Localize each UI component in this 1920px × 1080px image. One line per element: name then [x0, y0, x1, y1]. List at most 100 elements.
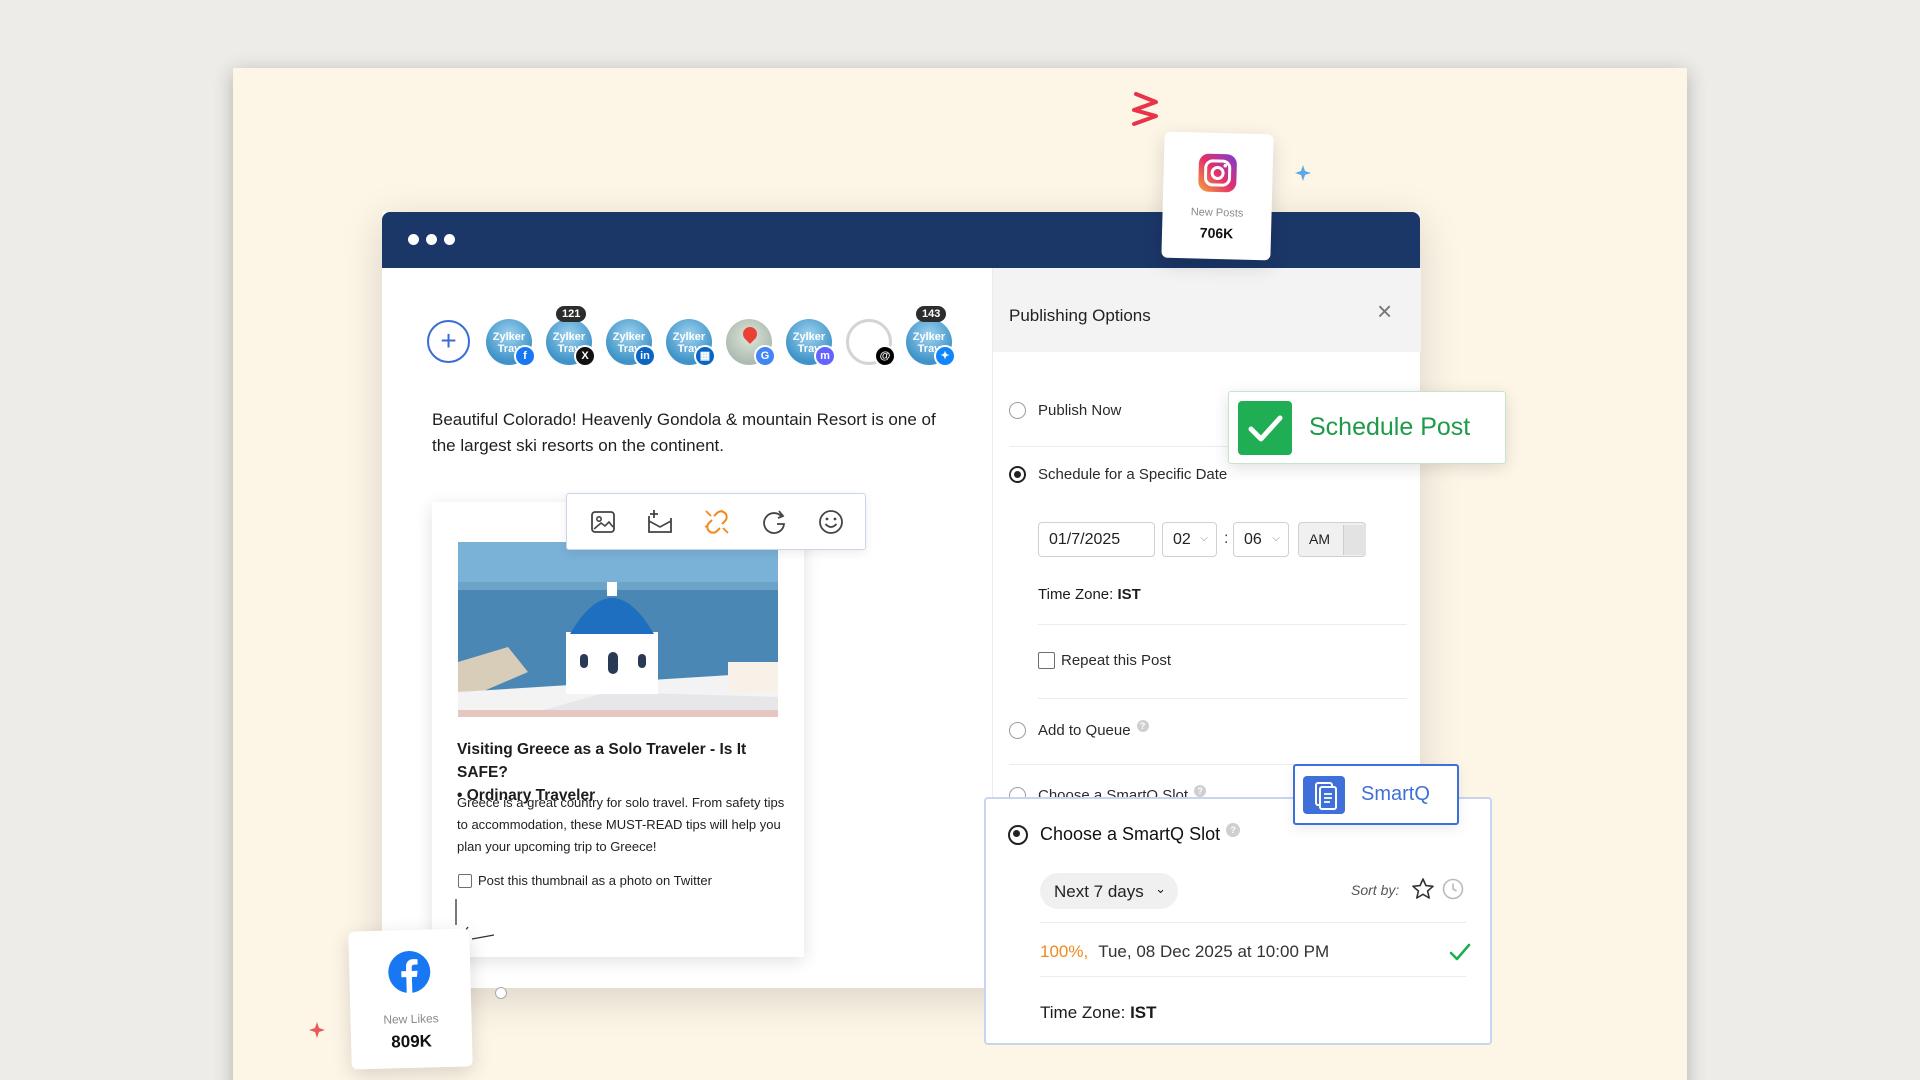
minute-value: 06	[1244, 531, 1262, 548]
divider	[1038, 624, 1407, 625]
linkedin-icon: in	[634, 345, 656, 367]
bluesky-icon: ✦	[934, 345, 956, 367]
schedule-post-label: Schedule Post	[1309, 413, 1471, 441]
schedule-post-badge: Schedule Post	[1228, 391, 1506, 464]
ampm-toggle[interactable]: AM	[1298, 522, 1366, 557]
facebook-icon: f	[514, 345, 536, 367]
schedule-specific-radio[interactable]	[1009, 466, 1026, 483]
date-field[interactable]: 01/7/2025	[1038, 522, 1155, 557]
smartq-slot-panel: Choose a SmartQ Slot ? Next 7 days ⌄ Sor…	[984, 797, 1492, 1045]
emoji-icon[interactable]	[817, 508, 845, 536]
minute-select[interactable]: 06 ⌵	[1233, 522, 1289, 557]
add-media-icon[interactable]	[646, 508, 674, 536]
hour-value: 02	[1173, 531, 1191, 548]
publish-now-option[interactable]: Publish Now	[1009, 402, 1121, 419]
slot-percent: 100%	[1040, 942, 1084, 961]
media-toolbar	[566, 493, 866, 550]
squiggle-decoration-icon	[1132, 92, 1158, 126]
hour-select[interactable]: 02 ⌵	[1162, 522, 1217, 557]
window-dot-icon	[408, 234, 419, 245]
notification-count-badge: 121	[556, 306, 587, 322]
am-option[interactable]: AM	[1309, 531, 1330, 547]
panel-header: Publishing Options ×	[993, 268, 1421, 352]
sparkle-red-icon	[309, 1022, 325, 1038]
mastodon-icon: m	[814, 345, 836, 367]
help-icon[interactable]: ?	[1136, 719, 1149, 732]
add-to-queue-radio[interactable]	[1009, 722, 1026, 739]
linkedin-page-icon: ▦	[694, 345, 716, 367]
repeat-post-label: Repeat this Post	[1061, 652, 1172, 669]
clock-sort-icon[interactable]	[1441, 877, 1465, 901]
smartq-heading: Choose a SmartQ Slot	[1040, 824, 1221, 844]
preview-description: Greece is a great country for solo trave…	[457, 795, 785, 854]
facebook-icon	[388, 951, 431, 994]
repeat-post-option[interactable]: Repeat this Post	[1038, 652, 1171, 669]
slot-separator: ,	[1083, 942, 1089, 961]
smartq-icon	[1303, 776, 1345, 814]
unlink-icon[interactable]	[703, 508, 731, 536]
timezone-line: Time Zone: IST	[1038, 586, 1141, 603]
date-range-value: Next 7 days	[1054, 882, 1144, 901]
divider	[1040, 922, 1466, 923]
help-icon[interactable]: ?	[1194, 784, 1207, 797]
preview-image	[458, 542, 778, 717]
check-icon	[1238, 401, 1292, 455]
smartq-timezone-value: IST	[1130, 1003, 1157, 1022]
help-icon[interactable]: ?	[1226, 822, 1241, 837]
window-dot-icon	[444, 234, 455, 245]
timezone-label: Time Zone:	[1038, 586, 1114, 603]
chevron-down-icon: ⌵	[1272, 533, 1280, 544]
facebook-stats-card: New Likes 809K	[348, 928, 473, 1070]
scroll-handle[interactable]	[495, 987, 507, 999]
image-icon[interactable]	[589, 508, 617, 536]
slot-datetime: Tue, 08 Dec 2025 at 10:00 PM	[1098, 942, 1330, 961]
refresh-icon[interactable]	[760, 508, 788, 536]
preview-title-line: Visiting Greece as a Solo Traveler - Is …	[457, 741, 747, 781]
repeat-post-checkbox[interactable]	[1038, 652, 1055, 669]
check-icon	[1449, 943, 1471, 961]
publish-now-label: Publish Now	[1038, 402, 1122, 419]
facebook-stat-value: 809K	[391, 1031, 433, 1052]
thumbnail-twitter-option[interactable]: Post this thumbnail as a photo on Twitte…	[458, 873, 712, 888]
time-separator: :	[1224, 530, 1229, 547]
facebook-stat-label: New Likes	[383, 1011, 439, 1027]
instagram-stat-value: 706K	[1199, 224, 1234, 242]
window-dot-icon	[426, 234, 437, 245]
link-preview-card: Visiting Greece as a Solo Traveler - Is …	[432, 502, 804, 957]
pm-option[interactable]	[1343, 525, 1366, 555]
thumbnail-checkbox[interactable]	[458, 873, 472, 888]
instagram-stats-card: New Posts 706K	[1161, 131, 1274, 261]
add-to-queue-label: Add to Queue	[1038, 722, 1131, 739]
instagram-stat-label: New Posts	[1190, 206, 1244, 220]
smartq-slot-row[interactable]: 100%, Tue, 08 Dec 2025 at 10:00 PM	[1040, 942, 1471, 962]
instagram-icon	[1198, 153, 1237, 193]
add-to-queue-option[interactable]: Add to Queue ?	[1009, 719, 1149, 739]
chevron-down-icon: ⌄	[1155, 881, 1166, 896]
timezone-value: IST	[1117, 586, 1141, 603]
smartq-heading-option[interactable]: Choose a SmartQ Slot ?	[1008, 822, 1241, 845]
divider	[1040, 976, 1466, 977]
thumbnail-checkbox-label: Post this thumbnail as a photo on Twitte…	[478, 873, 712, 888]
sparkle-blue-icon	[1295, 165, 1311, 181]
smartq-heading-radio[interactable]	[1008, 824, 1028, 845]
post-text[interactable]: Beautiful Colorado! Heavenly Gondola & m…	[432, 407, 952, 459]
sort-by-label: Sort by:	[1351, 882, 1400, 898]
map-pin-icon	[740, 324, 760, 344]
notification-count-badge: 143	[916, 306, 947, 322]
smartq-timezone-line: Time Zone: IST	[1040, 1003, 1157, 1023]
panel-title: Publishing Options	[1009, 306, 1151, 325]
star-sort-icon[interactable]	[1411, 877, 1435, 901]
close-icon[interactable]: ×	[1377, 296, 1392, 327]
schedule-specific-label: Schedule for a Specific Date	[1038, 466, 1228, 483]
date-range-dropdown[interactable]: Next 7 days ⌄	[1040, 873, 1178, 909]
chevron-down-icon: ⌵	[1200, 533, 1208, 544]
smartq-badge: SmartQ	[1293, 764, 1459, 825]
divider	[1038, 698, 1407, 699]
schedule-specific-option[interactable]: Schedule for a Specific Date	[1009, 466, 1227, 483]
threads-icon: @	[874, 345, 896, 367]
smartq-timezone-label: Time Zone:	[1040, 1003, 1126, 1022]
google-business-icon: G	[754, 345, 776, 367]
add-channel-button[interactable]: +	[427, 320, 470, 363]
publish-now-radio[interactable]	[1009, 402, 1026, 419]
smartq-badge-label: SmartQ	[1361, 783, 1430, 805]
